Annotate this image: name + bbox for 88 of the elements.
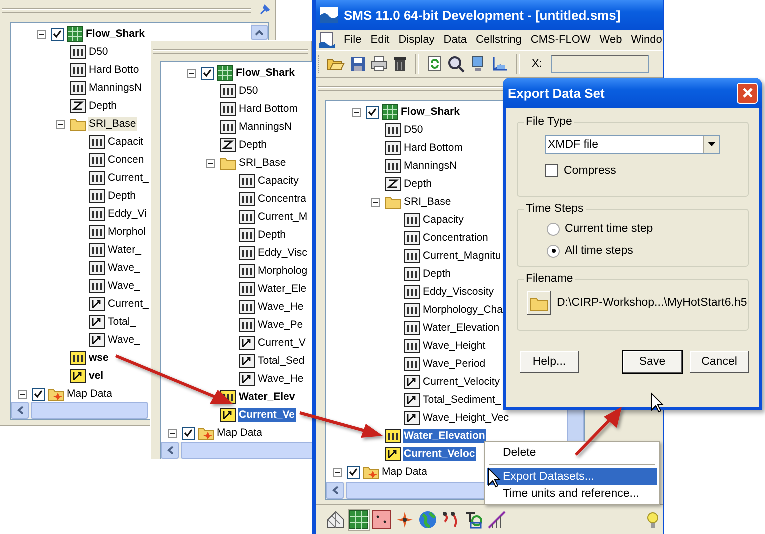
tree-item[interactable]: Water_Elevation: [403, 429, 486, 443]
menu-item[interactable]: Delete: [487, 444, 657, 461]
radio-label: All time steps: [565, 245, 634, 257]
tree-item[interactable]: Depth: [422, 267, 452, 281]
file-path: D:\CIRP-Workshop...\MyHotStart6.h5: [557, 297, 748, 309]
tree-item[interactable]: Concentra: [257, 192, 308, 206]
tree-item[interactable]: Wave_: [107, 261, 142, 275]
tree-item[interactable]: Map Data: [216, 426, 264, 440]
tree-item[interactable]: Hard Botto: [88, 63, 140, 77]
tree-item[interactable]: Current_M: [257, 210, 309, 224]
group-label: Filename: [524, 273, 576, 285]
tree-item[interactable]: Depth: [257, 228, 288, 242]
tree-item[interactable]: Depth: [403, 177, 434, 191]
tree-item[interactable]: Capacity: [257, 174, 300, 188]
tree-item[interactable]: Wave_He: [257, 372, 305, 386]
dialog-button[interactable]: Cancel: [690, 351, 749, 373]
tree-item[interactable]: Total_: [107, 315, 138, 329]
tree-item[interactable]: ManningsN: [88, 81, 144, 95]
tree-item[interactable]: SRI_Base: [88, 117, 138, 131]
tree-item[interactable]: Hard Bottom: [403, 141, 464, 155]
tree-item[interactable]: Map Data: [66, 387, 114, 401]
tree-item[interactable]: Flow_Shark: [400, 105, 461, 119]
tree-item[interactable]: Water_: [107, 243, 142, 257]
tree-item[interactable]: D50: [88, 45, 110, 59]
tree-item[interactable]: Eddy_Visc: [257, 246, 308, 260]
menu-item[interactable]: Edit: [370, 34, 390, 46]
tree-item[interactable]: SRI_Base: [238, 156, 288, 170]
tree-item[interactable]: Eddy_Vi: [107, 207, 148, 221]
tree-item[interactable]: Wave_: [107, 333, 142, 347]
tree-item[interactable]: Current_V: [257, 336, 307, 350]
tree-item[interactable]: Morpholog: [257, 264, 309, 278]
tree-item[interactable]: SRI_Base: [403, 195, 452, 209]
tree-item[interactable]: Capacity: [422, 213, 465, 227]
group-label: Time Steps: [524, 203, 586, 215]
tree-item[interactable]: Current_Velocity: [422, 375, 502, 389]
menu-item[interactable]: Web: [600, 34, 622, 46]
tree-item[interactable]: Total_Sediment_: [422, 393, 502, 407]
tree-item[interactable]: Flow_Shark: [235, 66, 296, 80]
tree-item[interactable]: Current_: [107, 297, 150, 311]
tree-item[interactable]: vel: [88, 369, 105, 383]
group-label: File Type: [524, 116, 574, 128]
tree-item[interactable]: Wave_Height: [422, 339, 487, 353]
tree-item[interactable]: Water_Ele: [257, 282, 308, 296]
tree-item[interactable]: Current_Veloc: [403, 447, 476, 461]
tree-item[interactable]: Morphology_Cha: [422, 303, 504, 317]
tree-item[interactable]: Capacit: [107, 135, 145, 149]
tree-item[interactable]: Morphol: [107, 225, 147, 239]
menu-item[interactable]: Windo: [631, 34, 662, 46]
x-label: X:: [532, 58, 542, 70]
menu-item[interactable]: File: [344, 34, 362, 46]
tree-item[interactable]: D50: [238, 84, 260, 98]
dialog-button[interactable]: Save: [623, 351, 682, 373]
tree-item[interactable]: Total_Sed: [257, 354, 306, 368]
tree-item[interactable]: Depth: [88, 99, 118, 113]
tree-item[interactable]: Water_Elev: [238, 390, 296, 404]
tree-item[interactable]: Current_: [107, 171, 150, 185]
tree-item[interactable]: Depth: [238, 138, 268, 152]
tree-item[interactable]: Wave_He: [257, 300, 305, 314]
tree-item[interactable]: Depth: [107, 189, 138, 203]
tree-item[interactable]: Hard Bottom: [238, 102, 299, 116]
tree-item[interactable]: D50: [403, 123, 424, 137]
dialog-button[interactable]: Help...: [520, 351, 579, 373]
tree-item[interactable]: Wave_Pe: [257, 318, 304, 332]
tree-item[interactable]: Eddy_Viscosity: [422, 285, 496, 299]
tree-item[interactable]: Wave_Period: [422, 357, 487, 371]
menu-item[interactable]: Display: [398, 34, 435, 46]
checkbox-label: Compress: [564, 164, 616, 176]
menu-item[interactable]: Data: [444, 34, 468, 46]
menu-item[interactable]: Cellstring: [476, 34, 522, 46]
tree-item[interactable]: Wave_: [107, 279, 142, 293]
dialog-title: Export Data Set: [508, 86, 605, 100]
tree-item[interactable]: Flow_Shark: [85, 27, 146, 41]
tree-item[interactable]: ManningsN: [238, 120, 294, 134]
menu-item[interactable]: Export Datasets...: [487, 468, 657, 485]
tree-item[interactable]: Water_Elevation: [422, 321, 501, 335]
tree-item[interactable]: ManningsN: [403, 159, 458, 173]
tree-item[interactable]: Current_Magnitu: [422, 249, 502, 263]
tree-item[interactable]: wse: [88, 351, 110, 365]
menu-item[interactable]: CMS-FLOW: [530, 34, 591, 46]
file-type-dropdown[interactable]: XMDF file: [545, 135, 720, 154]
tree-item[interactable]: Wave_Height_Vec: [422, 411, 510, 425]
window-title: SMS 11.0 64-bit Development - [untitled.sms]: [344, 8, 621, 22]
tree-item[interactable]: Map Data: [381, 465, 429, 479]
tree-item[interactable]: Concentration: [422, 231, 490, 245]
menu-item[interactable]: Time units and reference...: [487, 485, 657, 502]
radio-label: Current time step: [565, 223, 654, 235]
tree-item[interactable]: Concen: [107, 153, 146, 167]
tree-item[interactable]: Current_Ve: [238, 408, 296, 422]
